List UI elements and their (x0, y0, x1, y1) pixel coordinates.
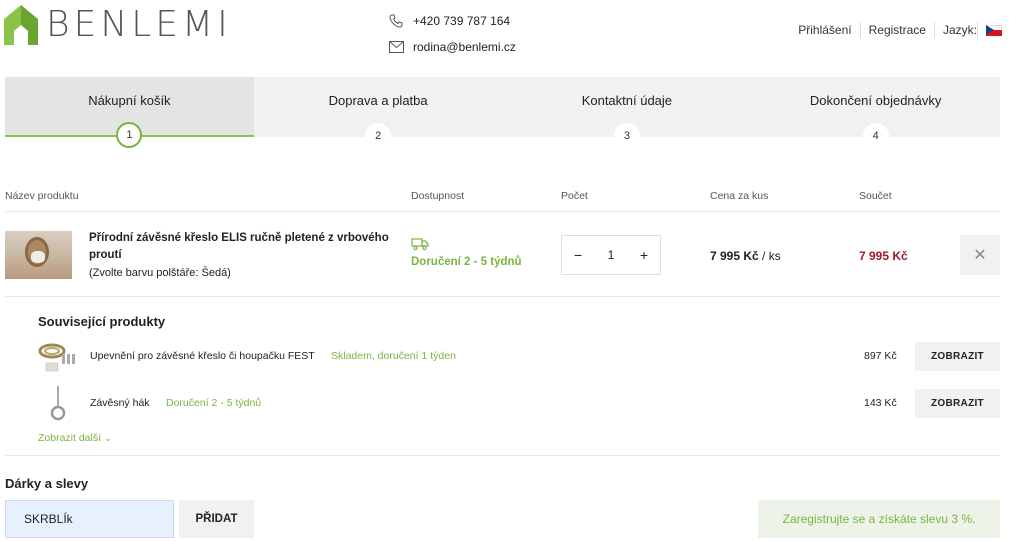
contact-info: +420 739 787 164 rodina@benlemi.cz (388, 8, 516, 60)
availability-text: Doručení 2 - 5 týdnů (411, 256, 522, 268)
column-unit-price: Cena za kus (710, 190, 769, 202)
related-product-price: 143 Kč (864, 397, 897, 409)
czech-flag-icon[interactable] (986, 24, 1002, 36)
step-shipping-payment[interactable]: Doprava a platba 2 (254, 77, 503, 149)
step-label: Dokončení objednávky (809, 93, 942, 108)
step-number: 3 (613, 123, 640, 149)
email-address[interactable]: rodina@benlemi.cz (413, 40, 516, 54)
column-availability: Dostupnost (411, 190, 465, 202)
show-product-button[interactable]: ZOBRAZIT (915, 389, 1000, 418)
logo[interactable]: BENLEMI (4, 4, 232, 46)
related-product-availability: Skladem, doručení 1 týden (331, 350, 456, 362)
unit-price-suffix: / ks (762, 249, 781, 263)
related-product-image[interactable] (38, 386, 78, 422)
show-product-button[interactable]: ZOBRAZIT (915, 342, 1000, 371)
related-product-row: Upevnění pro závěsné křeslo či houpačku … (38, 339, 1000, 375)
login-link[interactable]: Přihlášení (790, 22, 861, 38)
related-product-row: Závěsný hák Doručení 2 - 5 týdnů 143 Kč … (38, 386, 1000, 422)
add-code-button[interactable]: PŘIDAT (179, 500, 254, 538)
step-label: Doprava a platba (328, 93, 428, 108)
remove-item-button[interactable]: ✕ (960, 235, 1000, 275)
related-product-price: 897 Kč (864, 350, 897, 362)
step-number: 2 (365, 123, 392, 149)
column-quantity: Počet (561, 190, 588, 202)
language-label: Jazyk: (935, 22, 978, 38)
top-links: Přihlášení Registrace Jazyk: (790, 22, 1002, 38)
product-availability: Doručení 2 - 5 týdnů (411, 237, 522, 268)
item-total: 7 995 Kč (859, 249, 908, 263)
checkout-steps: Nákupní košík 1 Doprava a platba 2 Konta… (5, 77, 1000, 149)
cart-item-row: Přírodní závěsné křeslo ELIS ručně plete… (5, 213, 1000, 297)
email-icon (388, 39, 404, 55)
show-more-link[interactable]: Zobrazit další ⌄ (38, 432, 112, 444)
delivery-truck-icon (411, 237, 429, 251)
related-product-name[interactable]: Závěsný hák (90, 397, 150, 409)
product-image[interactable] (5, 231, 72, 279)
logo-text: BENLEMI (46, 4, 232, 45)
close-icon: ✕ (973, 247, 987, 264)
step-cart[interactable]: Nákupní košík 1 (5, 77, 254, 148)
product-option-note: (Zvolte barvu polštáře: Šedá) (89, 267, 231, 279)
related-products-title: Související produkty (38, 314, 166, 329)
phone-icon (388, 13, 404, 29)
step-label: Nákupní košík (88, 93, 171, 108)
register-discount-banner[interactable]: Zaregistrujte se a získáte slevu 3 %. (758, 500, 1000, 538)
related-product-availability: Doručení 2 - 5 týdnů (166, 397, 262, 409)
step-number: 4 (862, 123, 889, 149)
increase-quantity-button[interactable]: + (640, 247, 648, 263)
gifts-discounts-title: Dárky a slevy (5, 476, 89, 491)
column-product-name: Název produktu (5, 190, 79, 202)
unit-price: 7 995 Kč / ks (710, 249, 781, 263)
related-product-image[interactable] (38, 339, 78, 375)
house-logo-icon (4, 5, 38, 45)
unit-price-value: 7 995 Kč (710, 249, 759, 263)
step-number: 1 (116, 122, 143, 148)
column-total: Součet (859, 190, 892, 202)
quantity-stepper: − 1 + (561, 235, 661, 275)
show-more-label: Zobrazit další (38, 432, 102, 444)
register-link[interactable]: Registrace (861, 22, 935, 38)
related-products: Související produkty Upevnění pro závěsn… (5, 298, 1000, 456)
decrease-quantity-button[interactable]: − (574, 247, 582, 263)
product-name[interactable]: Přírodní závěsné křeslo ELIS ručně plete… (89, 230, 389, 264)
step-label: Kontaktní údaje (581, 93, 673, 108)
phone-number[interactable]: +420 739 787 164 (413, 14, 510, 28)
step-order-completion[interactable]: Dokončení objednávky 4 (751, 77, 1000, 149)
quantity-value[interactable]: 1 (608, 248, 615, 262)
discount-code-input[interactable]: SKRBLÍk (5, 500, 174, 538)
related-product-name[interactable]: Upevnění pro závěsné křeslo či houpačku … (90, 350, 315, 362)
cart-table-header: Název produktu Dostupnost Počet Cena za … (5, 190, 1000, 212)
step-contact-details[interactable]: Kontaktní údaje 3 (503, 77, 752, 149)
chevron-down-icon: ⌄ (103, 433, 112, 443)
